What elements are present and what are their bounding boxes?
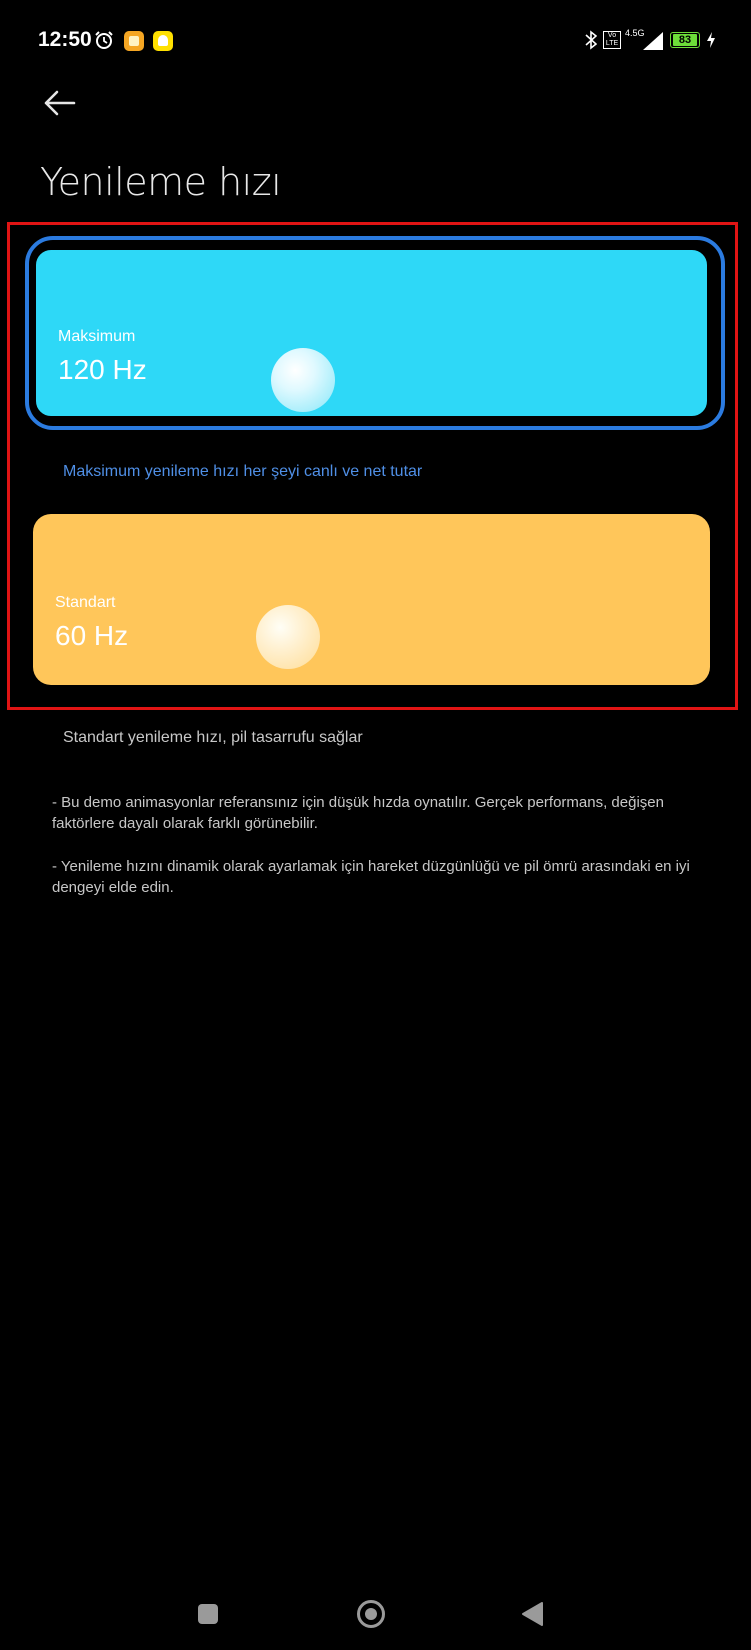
option-card-maximum[interactable]: Maksimum 120 Hz bbox=[33, 247, 710, 419]
snapchat-icon bbox=[153, 31, 173, 51]
status-bar: 12:50 Vo LTE 4.5G 83 bbox=[0, 0, 751, 80]
option-caption-standard: Standart yenileme hızı, pil tasarrufu sa… bbox=[63, 729, 363, 746]
status-icons: Vo LTE 4.5G 83 bbox=[585, 28, 719, 52]
home-circle-icon[interactable] bbox=[357, 1600, 385, 1628]
volte-icon: Vo LTE bbox=[603, 31, 621, 49]
battery-level: 83 bbox=[673, 34, 697, 46]
option-label: Maksimum bbox=[58, 328, 136, 345]
alarm-icon bbox=[95, 31, 113, 49]
app-icon bbox=[124, 31, 144, 51]
charging-icon bbox=[707, 32, 715, 48]
note-dynamic-refresh: - Yenileme hızını dinamik olarak ayarlam… bbox=[52, 858, 690, 896]
page-title: Yenileme hızı bbox=[40, 160, 282, 204]
status-time: 12:50 bbox=[38, 28, 92, 51]
back-arrow-icon[interactable] bbox=[40, 88, 80, 118]
option-value: 60 Hz bbox=[55, 620, 129, 651]
option-caption-maximum: Maksimum yenileme hızı her şeyi canlı ve… bbox=[63, 463, 423, 480]
back-triangle-icon[interactable] bbox=[520, 1601, 544, 1627]
option-value: 120 Hz bbox=[58, 354, 147, 385]
battery-icon: 83 bbox=[670, 32, 700, 48]
network-type: 4.5G bbox=[625, 28, 645, 38]
demo-ball bbox=[256, 605, 320, 669]
option-card-standard[interactable]: Standart 60 Hz bbox=[33, 514, 710, 685]
signal-icon bbox=[643, 32, 663, 50]
note-demo-animation: - Bu demo animasyonlar referansınız için… bbox=[52, 794, 664, 832]
bluetooth-icon bbox=[585, 30, 597, 50]
demo-ball bbox=[271, 348, 335, 412]
option-label: Standart bbox=[55, 594, 116, 611]
recents-square-icon[interactable] bbox=[198, 1604, 218, 1624]
